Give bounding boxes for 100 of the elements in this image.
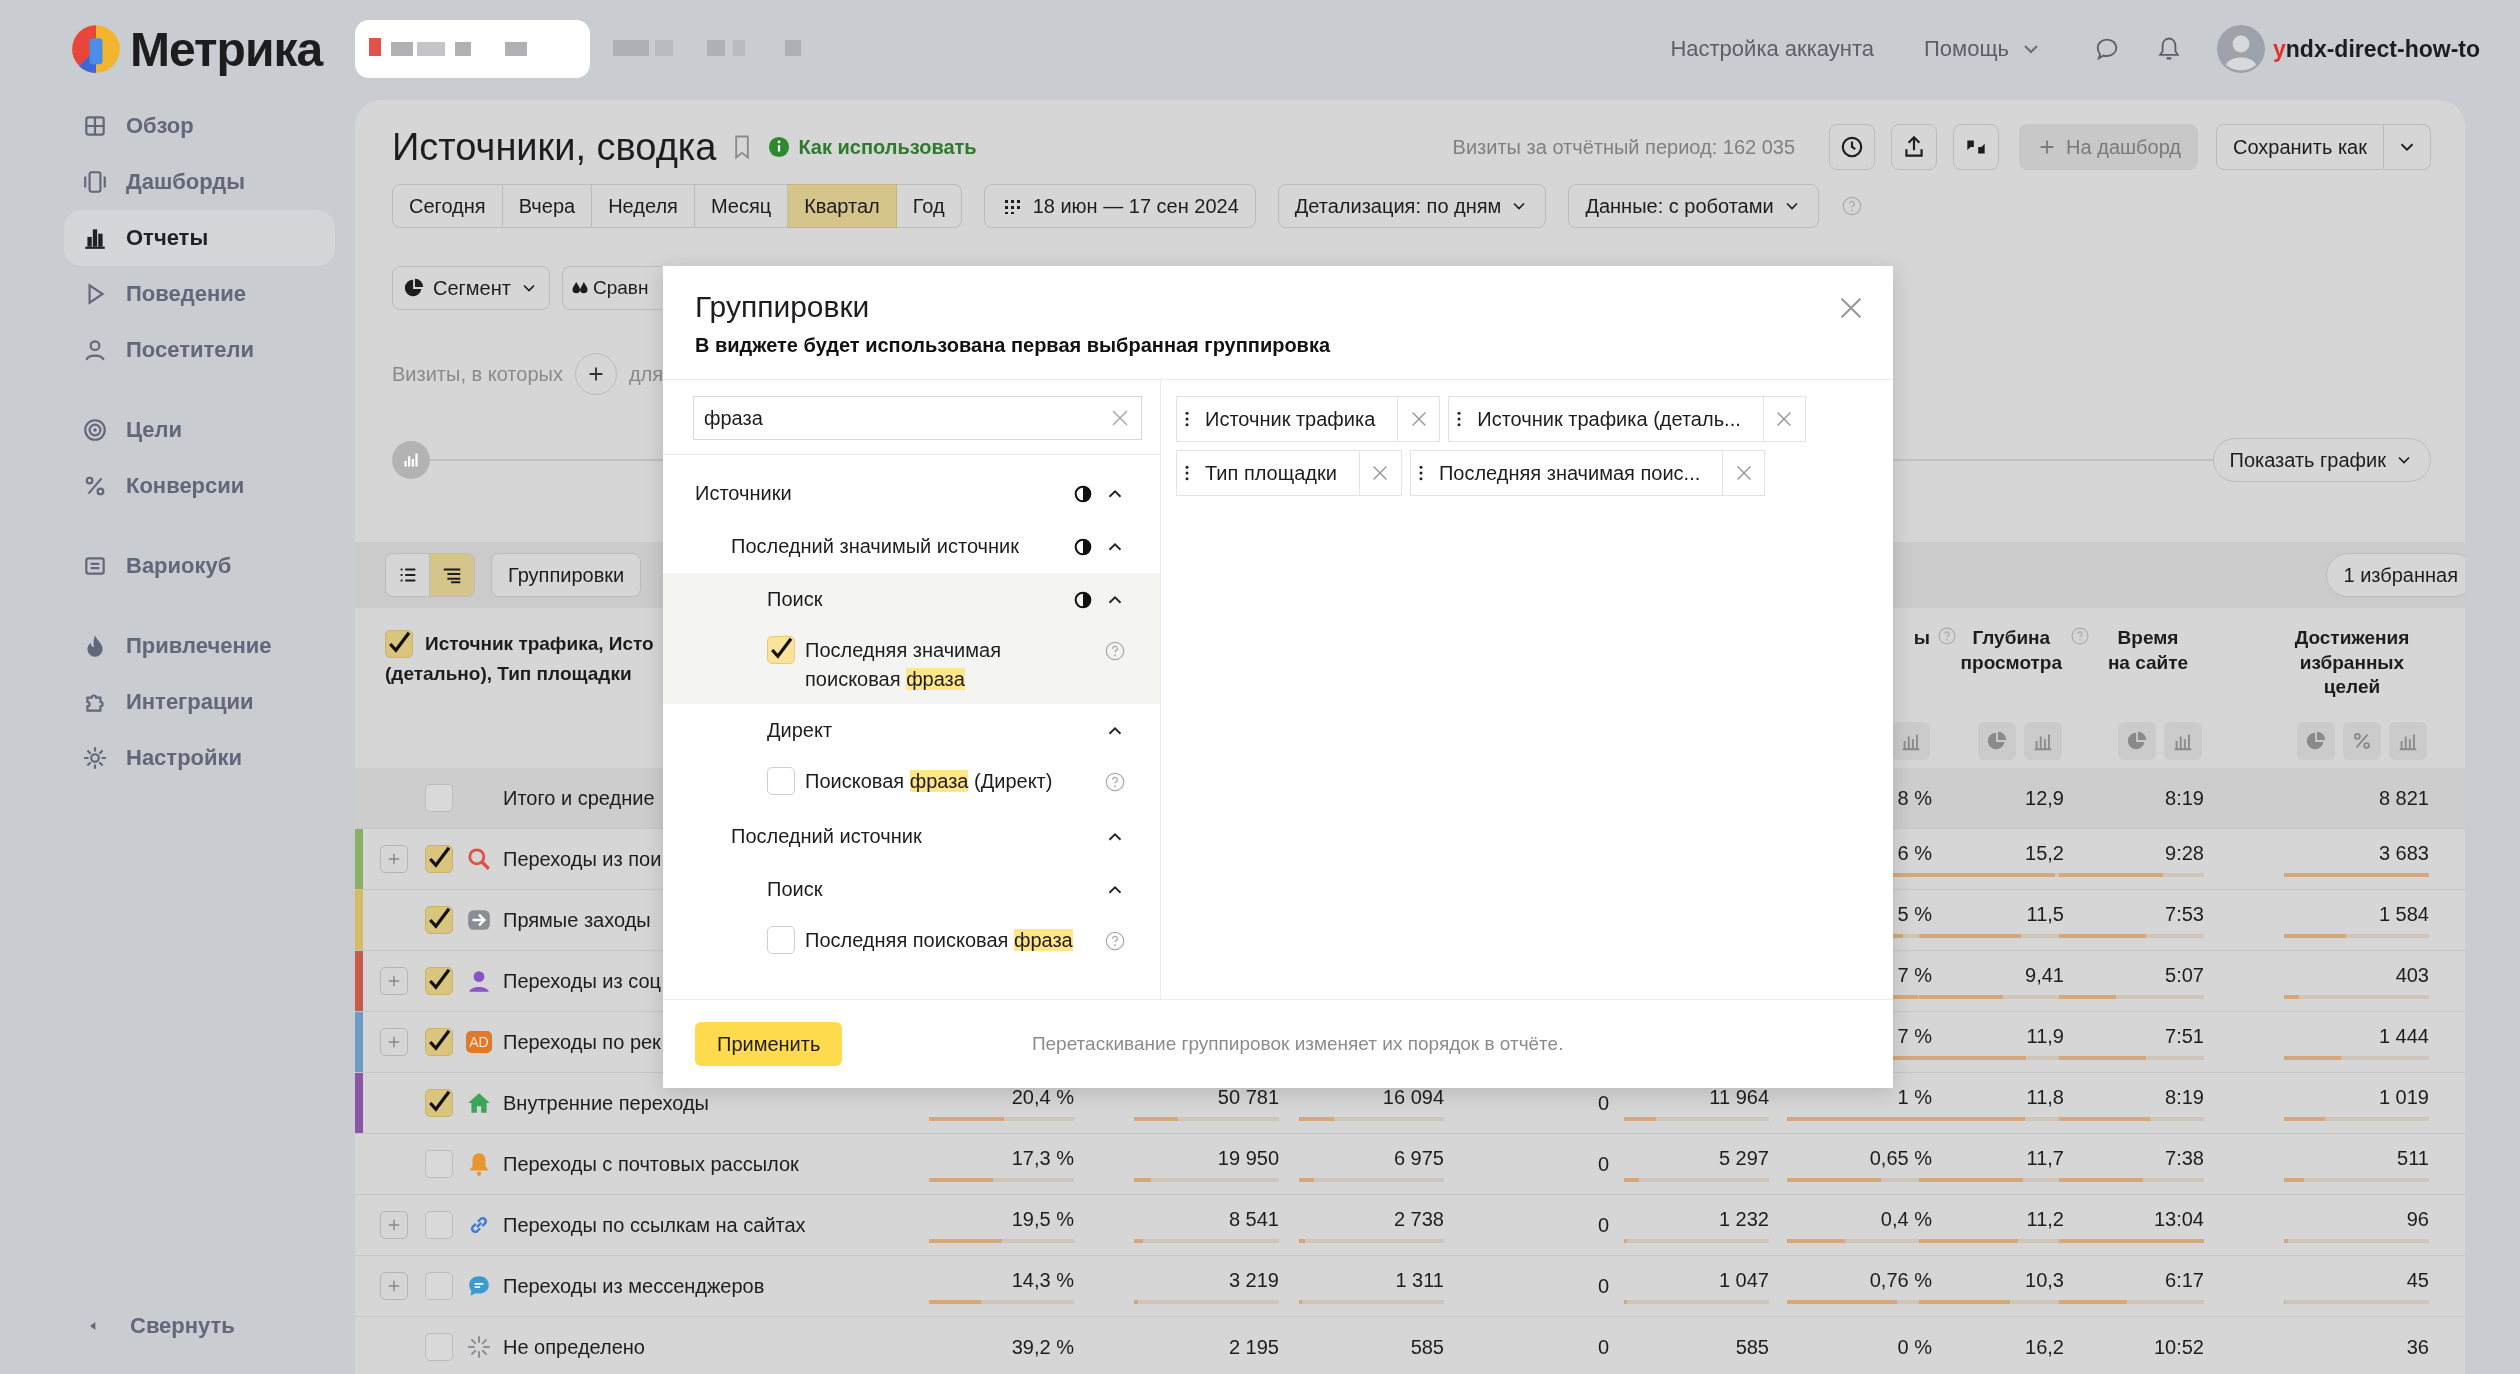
column-header: Источник трафика, Исто [425, 631, 654, 656]
tree-group-label[interactable]: Источники [695, 482, 792, 505]
table-cell: 0,76 % [1869, 1268, 1932, 1292]
bar-chart-button[interactable] [1892, 722, 1930, 760]
row-label[interactable]: Переходы из соц [503, 969, 662, 993]
checkbox[interactable] [425, 1089, 453, 1117]
grouping-chip[interactable]: Последняя значимая поис... [1409, 450, 1766, 496]
help-icon[interactable] [1840, 195, 1863, 217]
tree-item-label[interactable]: Поисковая фраза (Директ) [805, 767, 1053, 796]
tree-group-label[interactable]: Директ [767, 719, 833, 742]
checkbox[interactable] [425, 845, 453, 873]
search-match: фраза [909, 770, 969, 792]
row-label[interactable]: Переходы из мессенджеров [503, 1274, 765, 1298]
tree-item-label[interactable]: Последняя поисковая фраза [805, 926, 1073, 955]
save-button[interactable]: Сохранить как [2216, 124, 2384, 170]
bar-chart-button[interactable] [2024, 722, 2062, 760]
grouping-chip[interactable]: Источник трафика (деталь... [1448, 396, 1806, 442]
grouping-chip[interactable]: Тип площадки [1176, 450, 1402, 496]
table-cell: 19,5 % [1011, 1207, 1074, 1231]
row-label[interactable]: Переходы по рек [503, 1030, 661, 1054]
table-cell: 7 % [1897, 1024, 1932, 1048]
checkbox[interactable] [425, 1211, 453, 1239]
help-icon[interactable] [1936, 626, 1957, 646]
tree-group-label[interactable]: Поиск [767, 588, 823, 611]
user-menu[interactable]: yndx-direct-how-to [2217, 25, 2480, 73]
expand-button[interactable] [380, 1211, 408, 1239]
save-options-button[interactable] [2384, 124, 2431, 170]
logo-text[interactable]: Метрика [130, 21, 323, 77]
row-label[interactable]: Не определено [503, 1335, 645, 1359]
checkbox[interactable] [425, 1333, 453, 1361]
expand-button[interactable] [380, 1028, 408, 1056]
bar-chart-button[interactable] [2164, 722, 2202, 760]
table-cell: 6 % [1897, 841, 1932, 865]
expand-button[interactable] [380, 967, 408, 995]
groupings-button[interactable]: Группировки [491, 553, 642, 597]
view-mode-button[interactable] [430, 553, 475, 597]
checkbox[interactable] [425, 1028, 453, 1056]
logo-icon[interactable] [70, 23, 122, 75]
checkbox[interactable] [425, 906, 453, 934]
pie-chart-button[interactable] [2118, 722, 2156, 760]
bar-chart-button[interactable] [2389, 722, 2427, 760]
row-label[interactable]: Прямые заходы [503, 908, 651, 932]
period-tab[interactable]: Вчера [502, 184, 593, 228]
expand-button[interactable] [380, 1272, 408, 1300]
date-range-button[interactable]: 18 июн — 17 сен 2024 [983, 184, 1256, 228]
top-link[interactable]: Настройка аккаунта [1670, 36, 1874, 62]
help-icon[interactable] [1104, 930, 1126, 952]
tree-group-label[interactable]: Последний источник [731, 825, 922, 848]
row-label[interactable]: Внутренние переходы [503, 1091, 709, 1115]
chart-button[interactable] [392, 441, 430, 479]
sidebar-item[interactable]: Отчеты [64, 210, 335, 266]
checkbox[interactable] [425, 1272, 453, 1300]
tree-group-label[interactable]: Поиск [767, 878, 823, 901]
percent-button[interactable] [2343, 722, 2381, 760]
grouping-chip[interactable]: Источник трафика [1176, 396, 1441, 442]
checkbox[interactable] [767, 636, 795, 664]
compare-segments-button[interactable]: Сравн [561, 266, 662, 310]
pie-chart-button[interactable] [1978, 722, 2016, 760]
favorites-button[interactable]: 1 избранная [2326, 553, 2465, 597]
apply-button[interactable]: Применить [695, 1022, 843, 1066]
checkbox[interactable] [425, 1150, 453, 1178]
tree-group-label[interactable]: Последний значимый источник [731, 535, 1019, 558]
help-icon[interactable] [2070, 626, 2090, 646]
checkbox[interactable] [767, 767, 795, 795]
row-label[interactable]: Переходы с почтовых рассылок [503, 1152, 799, 1176]
checkbox[interactable] [425, 784, 453, 812]
period-tab[interactable]: Сегодня [392, 184, 503, 228]
select-all-checkbox[interactable] [385, 630, 413, 658]
help-icon[interactable] [1104, 771, 1126, 793]
help-icon[interactable] [1104, 640, 1126, 662]
checkbox[interactable] [767, 926, 795, 954]
column-header[interactable]: Глубина просмотра [1960, 626, 2062, 676]
add-condition-button[interactable] [574, 353, 617, 395]
row-label[interactable]: Переходы из пои [503, 847, 662, 871]
tree-item-label[interactable]: Последняя значимая поисковая фраза [805, 636, 1084, 694]
help-link[interactable]: Как использовать [768, 135, 977, 159]
pie-chart-button[interactable] [2297, 722, 2335, 760]
history-button[interactable] [1829, 124, 1876, 170]
show-chart-button[interactable]: Показать график [2212, 438, 2431, 482]
search-field[interactable]: фраза [693, 396, 1142, 440]
table-cell: 11,8 [2026, 1085, 2064, 1109]
view-mode-button[interactable] [385, 553, 430, 597]
column-header[interactable]: Достижения избранных целей [2277, 626, 2427, 701]
top-link[interactable]: Помощь [1924, 36, 2043, 62]
period-tab[interactable]: Квартал [788, 184, 897, 228]
compare-button[interactable] [1953, 124, 2000, 170]
export-button[interactable] [1891, 124, 1938, 170]
table-cell: 15,2 [2025, 841, 2064, 865]
sidebar-icon [82, 113, 108, 139]
checkbox[interactable] [425, 967, 453, 995]
column-header[interactable]: Время на сайте [2094, 626, 2202, 676]
period-tab[interactable]: Год [896, 184, 962, 228]
data-dropdown[interactable]: Данные: с роботами [1568, 184, 1819, 228]
row-label[interactable]: Переходы по ссылкам на сайтах [503, 1213, 806, 1237]
detail-dropdown[interactable]: Детализация: по дням [1277, 184, 1547, 228]
period-tab[interactable]: Неделя [592, 184, 695, 228]
segment-button[interactable]: Сегмент [392, 266, 550, 310]
period-tab[interactable]: Месяц [694, 184, 789, 228]
expand-button[interactable] [380, 845, 408, 873]
column-header[interactable]: ы [1913, 626, 1930, 651]
